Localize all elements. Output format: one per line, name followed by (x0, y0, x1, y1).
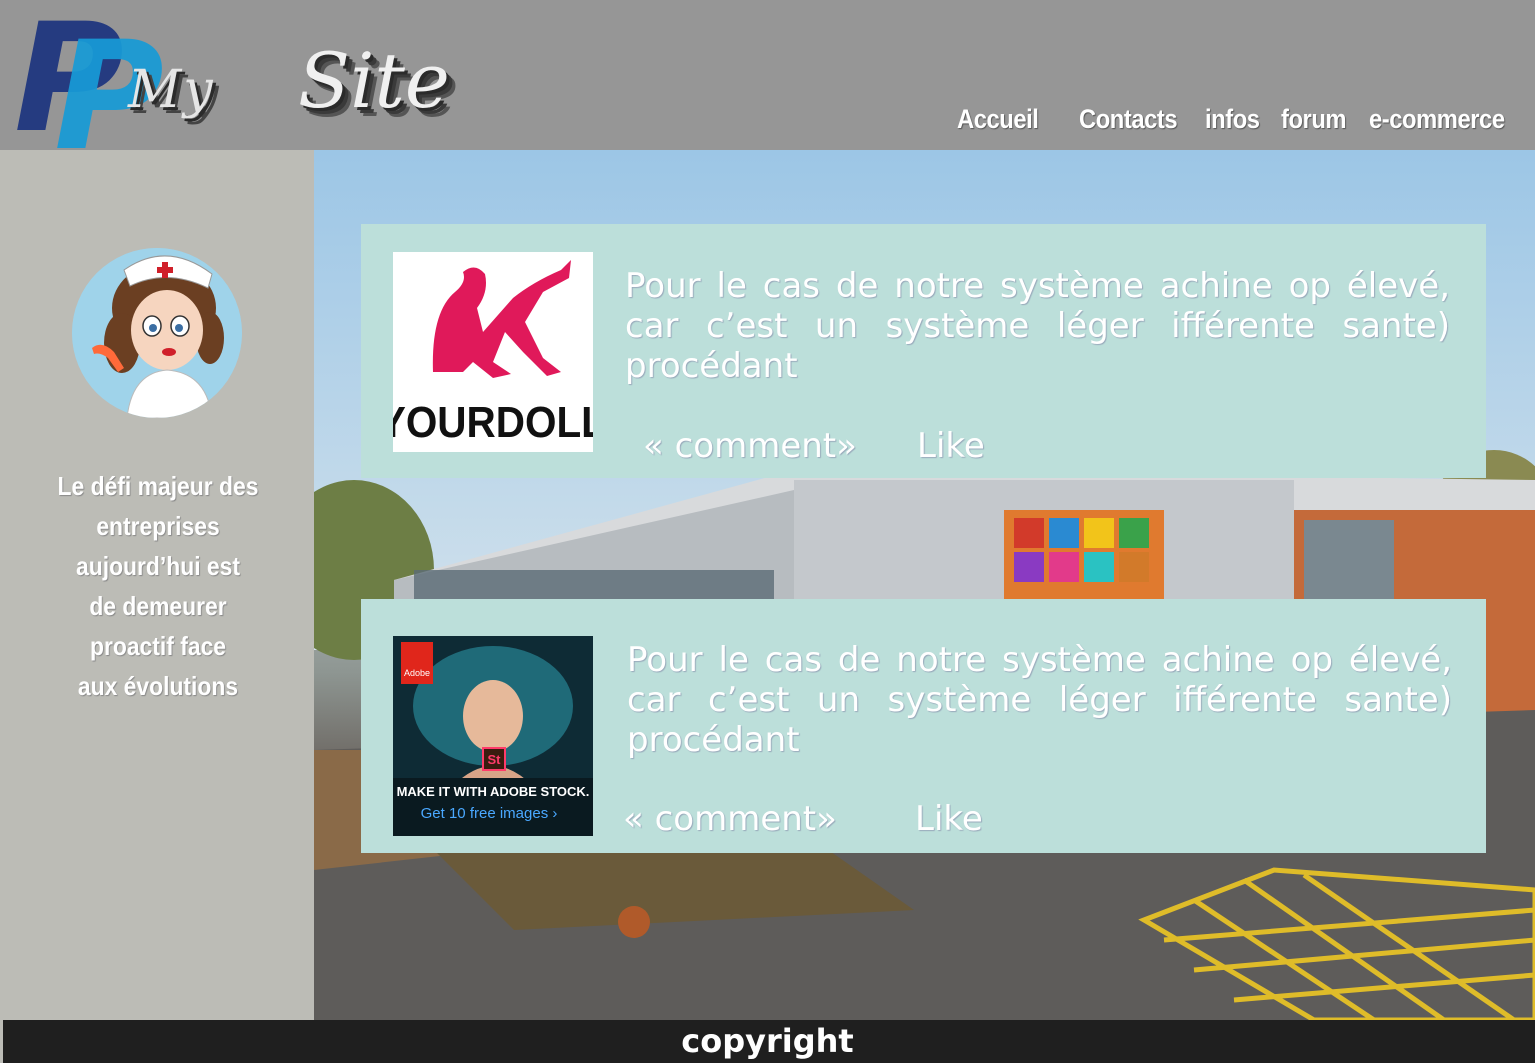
like-button[interactable]: Like (917, 426, 985, 466)
nav-link-forum[interactable]: forum (1281, 104, 1347, 135)
logo-text-site: Site (298, 36, 450, 125)
nav-link-accueil[interactable]: Accueil (957, 104, 1039, 135)
nurse-avatar (72, 248, 242, 418)
ad-thumbnail-yourdoll[interactable]: YOURDOLL (379, 252, 606, 452)
footer-left-edge (0, 1020, 3, 1063)
post-card-1: YOURDOLL Pour le cas de notre système ac… (361, 224, 1486, 478)
nav-link-contacts[interactable]: Contacts (1079, 104, 1178, 135)
ad-cta: Get 10 free images › (421, 805, 558, 822)
nav-link-e-commerce[interactable]: e-commerce (1369, 104, 1505, 135)
site-header: P P My Site Accueil Contacts infos forum… (0, 0, 1535, 172)
comment-link[interactable]: « comment» (643, 426, 857, 466)
ad-adobe-label: Adobe (404, 668, 430, 678)
sidebar-tagline: Le défi majeur des entreprises aujourd’h… (20, 466, 296, 706)
site-footer: copyright (0, 1020, 1535, 1063)
tagline-line: de demeurer (89, 591, 227, 621)
ad-brand-text: YOURDOLL (393, 397, 593, 446)
tagline-line: proactif face (89, 631, 227, 661)
ad-headline: MAKE IT WITH ADOBE STOCK. (397, 784, 590, 799)
tagline-line: entreprises (96, 511, 220, 541)
main-content: YOURDOLL Pour le cas de notre système ac… (314, 150, 1535, 1020)
tagline-line: aujourd’hui est (76, 551, 240, 581)
comment-link[interactable]: « comment» (623, 799, 837, 839)
main-nav: Accueil Contacts infos forum e-commerce (957, 104, 1523, 135)
post-text: Pour le cas de notre système achine op é… (627, 640, 1452, 760)
post-card-2: Adobe St MAKE IT WITH ADOBE STOCK. Get 1… (361, 599, 1486, 853)
post-text: Pour le cas de notre système achine op é… (625, 266, 1450, 386)
nav-link-infos[interactable]: infos (1205, 104, 1260, 135)
ad-thumbnail-adobe-stock[interactable]: Adobe St MAKE IT WITH ADOBE STOCK. Get 1… (393, 636, 593, 836)
logo-text-my: My (128, 60, 215, 120)
tagline-line: aux évolutions (77, 671, 239, 701)
ad-st-icon: St (488, 752, 502, 767)
like-button[interactable]: Like (915, 799, 983, 839)
copyright-text: copyright (681, 1022, 854, 1060)
tagline-line: Le défi majeur des (57, 471, 259, 501)
